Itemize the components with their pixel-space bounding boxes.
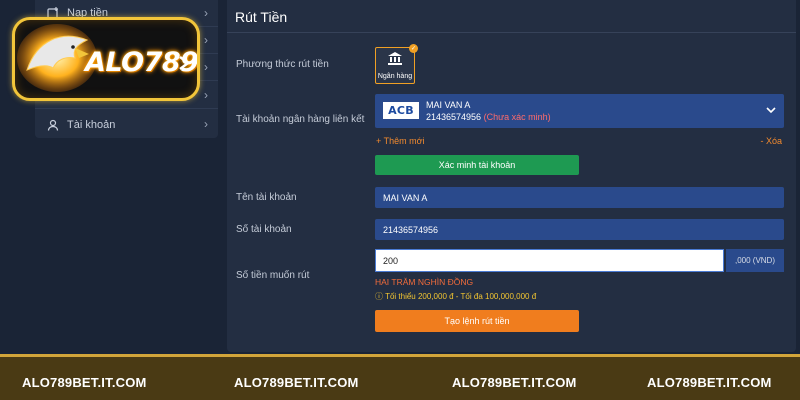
bank-account-name: MAI VAN A: [426, 100, 471, 110]
method-option-label: Ngân hàng: [377, 72, 413, 80]
sidebar-item-account[interactable]: Tài khoản ›: [35, 111, 218, 138]
footer-banner: ALO789BET.IT.COM ALO789BET.IT.COM ALO789…: [0, 354, 800, 400]
amount-input[interactable]: 200: [375, 249, 724, 272]
account-name-label: Tên tài khoản: [236, 192, 297, 203]
chevron-down-icon: [766, 103, 776, 117]
method-option-bank[interactable]: Ngân hàng ✓: [375, 44, 418, 84]
chevron-right-icon: ›: [204, 6, 208, 20]
unverified-status: (Chưa xác minh): [483, 112, 551, 122]
add-new-link[interactable]: + Thêm mới: [376, 136, 425, 146]
divider: [227, 32, 796, 33]
user-icon: [46, 118, 60, 132]
footer-text: ALO789BET.IT.COM: [22, 375, 147, 390]
bank-account-number: 21436574956: [426, 112, 482, 122]
amount-label: Số tiền muốn rút: [236, 270, 310, 281]
chevron-right-icon: ›: [204, 117, 208, 131]
create-withdraw-button[interactable]: Tạo lệnh rút tiền: [375, 310, 579, 332]
amount-suffix: ,000 (VND): [726, 249, 784, 272]
verify-account-button[interactable]: Xác minh tài khoản: [375, 155, 579, 175]
footer-text: ALO789BET.IT.COM: [647, 375, 772, 390]
bank-icon: [388, 51, 402, 70]
bank-account-number-line: 21436574956 (Chưa xác minh): [426, 112, 551, 122]
limit-note: ⓘ Tối thiểu 200,000 đ - Tối đa 100,000,0…: [375, 292, 537, 301]
account-name-field[interactable]: MAI VAN A: [375, 187, 784, 208]
brand-logo: ALO789: [12, 17, 200, 101]
page-title: Rút Tiền: [235, 9, 288, 25]
acb-logo: ACB: [383, 102, 419, 119]
delete-link[interactable]: - Xóa: [760, 136, 782, 146]
chevron-right-icon: ›: [204, 33, 208, 47]
footer-text: ALO789BET.IT.COM: [234, 375, 359, 390]
method-label: Phương thức rút tiền: [236, 59, 329, 70]
arrow-icon: [179, 56, 190, 70]
footer-text: ALO789BET.IT.COM: [452, 375, 577, 390]
withdraw-panel: Rút Tiền Phương thức rút tiền Ngân hàng …: [227, 0, 796, 352]
account-number-label: Số tài khoản: [236, 224, 292, 235]
sidebar-item-label: Tài khoản: [67, 118, 116, 131]
chevron-right-icon: ›: [204, 60, 208, 74]
account-number-field[interactable]: 21436574956: [375, 219, 784, 240]
linked-account-label: Tài khoản ngân hàng liên kết: [236, 114, 365, 125]
chevron-right-icon: ›: [204, 88, 208, 102]
check-icon: ✓: [409, 44, 418, 53]
bank-account-select[interactable]: ACB MAI VAN A 21436574956 (Chưa xác minh…: [375, 94, 784, 128]
amount-in-words: HAI TRĂM NGHÌN ĐỒNG: [375, 277, 474, 287]
